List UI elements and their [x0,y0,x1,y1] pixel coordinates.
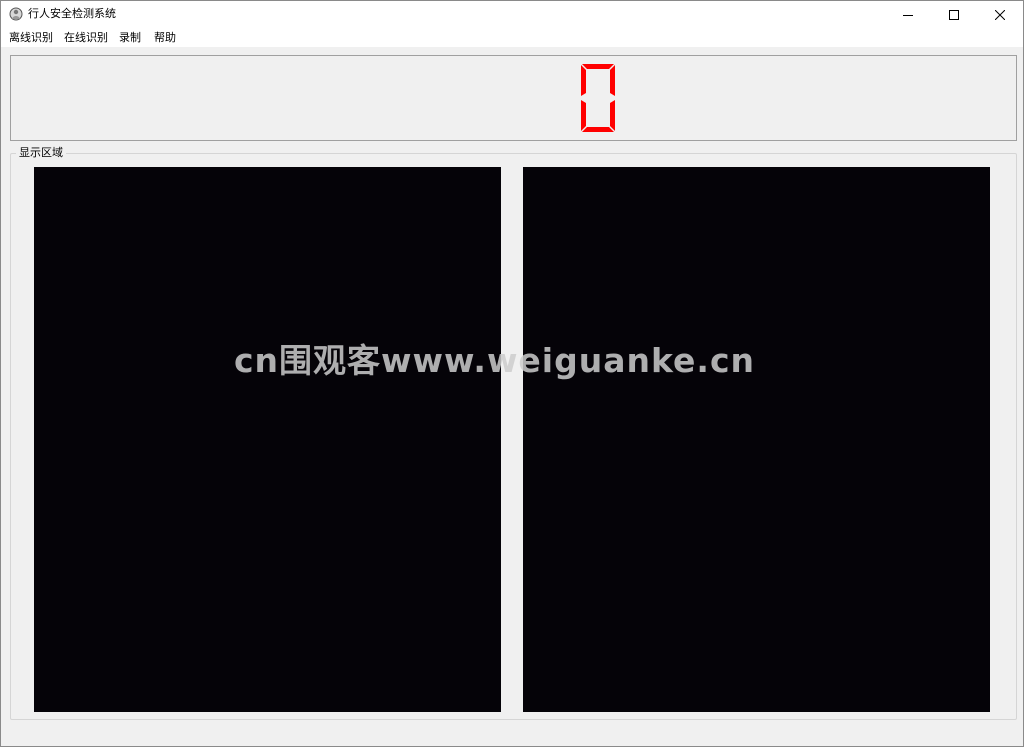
maximize-icon [949,10,959,20]
menu-record[interactable]: 录制 [118,31,142,45]
menu-bar: 离线识别 在线识别 录制 帮助 [1,29,1023,47]
menu-help[interactable]: 帮助 [153,31,177,45]
lcd-segment-e [581,100,586,131]
close-button[interactable] [977,1,1023,29]
app-window: 行人安全检测系统 离线识别 在线识别 录制 帮助 显示区域 cn围观客www.w… [0,0,1024,747]
lcd-segment-d [582,127,614,132]
lcd-segment-c [610,100,615,131]
lcd-segment-b [610,65,615,96]
lcd-segment-f [581,65,586,96]
menu-offline-recognition[interactable]: 离线识别 [8,31,54,45]
counter-panel [10,55,1017,141]
title-bar[interactable]: 行人安全检测系统 [1,1,1023,29]
close-icon [995,10,1005,20]
video-display-left [34,167,501,712]
display-area-title: 显示区域 [16,146,66,160]
menu-online-recognition[interactable]: 在线识别 [63,31,109,45]
window-title: 行人安全检测系统 [28,7,116,20]
video-display-right [523,167,990,712]
maximize-button[interactable] [931,1,977,29]
watermark-text: cn围观客www.weiguanke.cn [234,341,756,380]
minimize-icon [903,15,913,16]
minimize-button[interactable] [885,1,931,29]
app-logo-icon [9,7,23,21]
lcd-segment-a [582,64,614,69]
lcd-counter-digit [581,64,615,132]
